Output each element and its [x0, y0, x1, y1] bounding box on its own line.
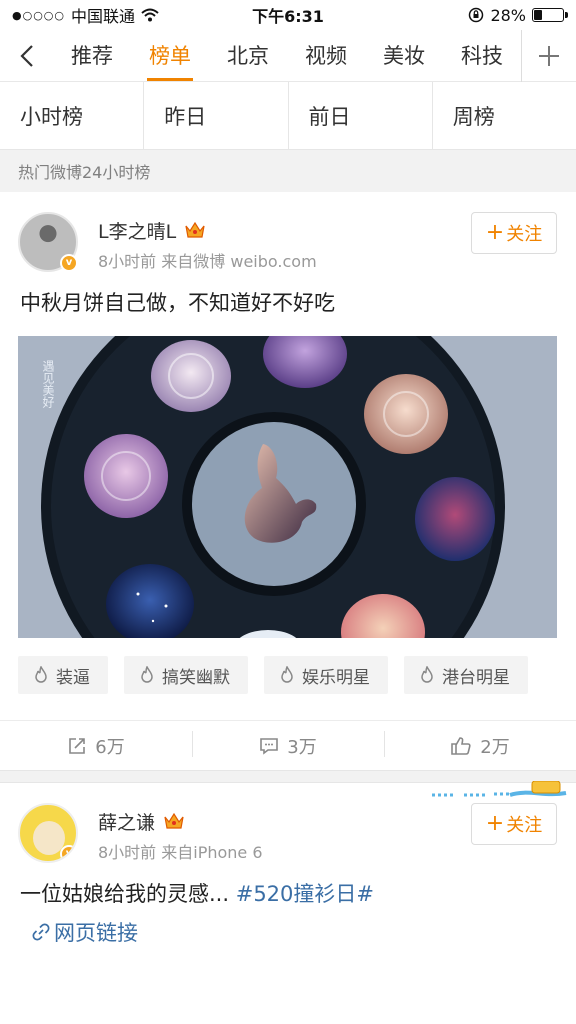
tab-recommend[interactable]: 推荐: [53, 30, 131, 81]
follow-button[interactable]: + 关注: [471, 803, 557, 845]
channel-tabs: 推荐 榜单 北京 视频 美妆 科技: [53, 30, 521, 81]
fire-icon: [281, 666, 293, 683]
tab-beijing[interactable]: 北京: [209, 30, 287, 81]
post-text: 中秋月饼自己做，不知道好不好吃: [20, 291, 335, 315]
web-link-label: 网页链接: [54, 921, 138, 945]
tab-yesterday[interactable]: 昨日: [144, 82, 289, 149]
fire-icon: [141, 666, 153, 683]
channel-nav: 推荐 榜单 北京 视频 美妆 科技: [0, 29, 576, 82]
topic-tag[interactable]: 娱乐明星: [264, 656, 388, 694]
like-button[interactable]: 2万: [384, 730, 576, 759]
tab-hourly[interactable]: 小时榜: [0, 82, 145, 149]
repost-button[interactable]: 6万: [0, 733, 192, 759]
topic-tag-label: 装逼: [56, 667, 90, 688]
ranking-period-tabs: 小时榜 昨日 前日 周榜: [0, 82, 576, 150]
plus-icon: +: [485, 220, 505, 245]
section-header: 热门微博24小时榜: [0, 150, 576, 192]
tab-video[interactable]: 视频: [287, 30, 365, 81]
link-icon: [32, 923, 50, 941]
comment-button[interactable]: 3万: [192, 730, 384, 759]
like-count: 2万: [480, 736, 510, 758]
post-card: v L李之晴L 8小时前 来自微博 weibo.com + 关注 中秋月饼自己做…: [0, 192, 576, 770]
post-card: v 薛之谦 8小时前 来自iPhone 6 + 关注 一位姑娘给我的灵感... …: [0, 781, 576, 947]
battery-percent: 28%: [490, 5, 526, 25]
follow-button[interactable]: + 关注: [471, 212, 557, 254]
fire-icon: [421, 666, 433, 683]
battery-fill: [534, 10, 542, 20]
post-text: 一位姑娘给我的灵感... #520撞衫日#: [0, 869, 576, 909]
plus-icon: [539, 45, 559, 66]
tab-weekly[interactable]: 周榜: [433, 82, 576, 149]
battery-icon: [532, 8, 568, 22]
svg-text:遇见美好: 遇见美好: [41, 360, 55, 409]
tab-tech[interactable]: 科技: [443, 30, 521, 81]
verified-v-icon: v: [60, 254, 78, 272]
verified-v-icon: v: [60, 845, 76, 861]
comment-icon: [260, 737, 279, 755]
post-image[interactable]: 遇见美好: [18, 336, 557, 638]
carrier-name: 中国联通: [71, 7, 136, 26]
username[interactable]: 薛之谦: [98, 808, 155, 835]
post-meta: 8小时前 来自微博 weibo.com: [98, 252, 317, 271]
tab-day-before[interactable]: 前日: [289, 82, 433, 149]
post-meta: 8小时前 来自iPhone 6: [98, 843, 263, 862]
username[interactable]: L李之晴L: [98, 217, 176, 244]
chevron-left-icon: [19, 44, 33, 67]
crown-icon: [185, 221, 205, 238]
back-button[interactable]: [0, 30, 53, 82]
topic-tags: 装逼 搞笑幽默 娱乐明星 港台明星: [0, 638, 576, 704]
rotation-lock-icon: [469, 7, 484, 23]
avatar[interactable]: v: [18, 212, 78, 272]
post-text-body: 一位姑娘给我的灵感...: [20, 882, 230, 906]
topic-tag[interactable]: 装逼: [18, 656, 108, 694]
follow-label: 关注: [506, 224, 543, 245]
topic-tag-label: 搞笑幽默: [162, 667, 230, 688]
signal-strength-icon: ●○○○○: [12, 8, 65, 22]
topic-tag[interactable]: 搞笑幽默: [124, 656, 248, 694]
hashtag-link[interactable]: #520撞衫日#: [236, 882, 374, 906]
plus-icon: +: [485, 811, 505, 836]
status-bar: ●○○○○ 中国联通 下午6:31 28%: [0, 0, 576, 30]
post-actions: 6万 3万 2万: [0, 720, 576, 770]
topic-tag[interactable]: 港台明星: [404, 656, 528, 694]
topic-tag-label: 娱乐明星: [302, 667, 370, 688]
crown-icon: [164, 812, 184, 829]
web-link[interactable]: 网页链接: [0, 909, 576, 947]
repost-icon: [69, 737, 86, 754]
thumbs-up-icon: [451, 736, 471, 755]
comment-count: 3万: [287, 736, 317, 758]
fire-icon: [35, 666, 47, 683]
wifi-icon: [141, 8, 159, 22]
add-channel-button[interactable]: [521, 29, 576, 82]
mooncakes-in-round-tray-photo: 遇见美好: [18, 336, 557, 638]
tab-rankings[interactable]: 榜单: [131, 30, 209, 81]
avatar[interactable]: v: [18, 803, 78, 863]
topic-tag-label: 港台明星: [442, 667, 510, 688]
tab-beauty[interactable]: 美妆: [365, 30, 443, 81]
repost-count: 6万: [95, 736, 125, 758]
follow-label: 关注: [506, 815, 543, 836]
